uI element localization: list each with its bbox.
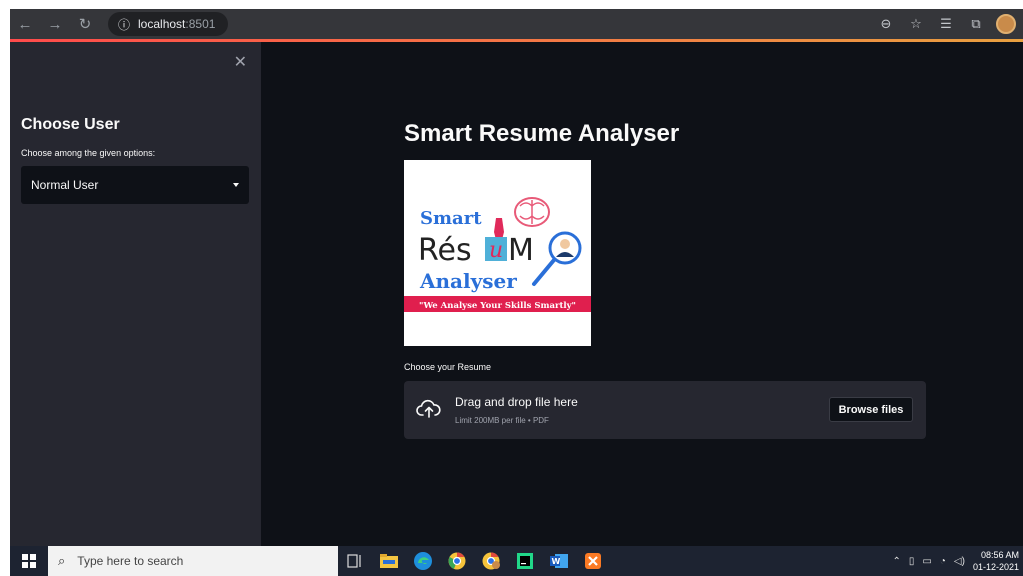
logo-text-smart: Smart: [420, 208, 482, 229]
task-view-icon[interactable]: [338, 546, 372, 576]
volume-icon[interactable]: ◁): [954, 556, 965, 567]
edge-browser-icon[interactable]: [406, 546, 440, 576]
file-dropzone[interactable]: Drag and drop file here Limit 200MB per …: [404, 381, 926, 439]
site-info-icon[interactable]: ⓘ: [118, 16, 130, 33]
url-port: :8501: [185, 17, 216, 31]
file-explorer-icon[interactable]: [372, 546, 406, 576]
chevron-up-icon[interactable]: ⌃: [893, 556, 901, 567]
collections-icon[interactable]: ⧉: [963, 11, 989, 37]
logo-text-u: u: [489, 238, 503, 263]
search-placeholder: Type here to search: [77, 554, 184, 568]
device-icon[interactable]: ▯: [909, 556, 915, 567]
favorites-icon[interactable]: ☰: [933, 11, 959, 37]
cloud-upload-icon: [416, 399, 441, 418]
system-tray: ⌃ ▯ ▭ ◔ ◁) 08:56 AM 01-12-2021: [893, 549, 1023, 573]
url-host: localhost: [138, 17, 186, 31]
uploader-label: Choose your Resume: [404, 362, 492, 372]
screen: ← → ↻ ⓘ localhost:8501 ⊖ ☆ ☰ ⧉ ✕ Choose …: [0, 0, 1023, 576]
select-label: Choose among the given options:: [21, 148, 156, 158]
chrome-icon[interactable]: [440, 546, 474, 576]
logo-graphic: Smart Rés u M Analyser "We Analyse Your …: [404, 197, 591, 312]
logo-text-analyser: Analyser: [419, 269, 517, 293]
clock-date: 01-12-2021: [972, 562, 1019, 572]
logo-tagline: "We Analyse Your Skills Smartly": [419, 301, 576, 311]
zoom-icon[interactable]: ⊖: [873, 11, 899, 37]
xampp-icon[interactable]: [576, 546, 610, 576]
windows-logo-icon: [22, 554, 36, 568]
forward-icon[interactable]: →: [40, 9, 70, 39]
taskbar: ⌕ Type here to search W ⌃ ▯ ▭ ◔ ◁) 08:56…: [10, 546, 1023, 576]
pycharm-icon[interactable]: [508, 546, 542, 576]
page-title: Smart Resume Analyser: [404, 120, 680, 147]
chevron-down-icon: [233, 183, 239, 187]
browse-files-button[interactable]: Browse files: [829, 397, 913, 422]
logo-text-m: M: [508, 233, 534, 268]
main-content: Smart Resume Analyser Smart Rés u M Anal…: [261, 42, 1023, 546]
close-sidebar-icon[interactable]: ✕: [234, 52, 247, 72]
app-logo: Smart Rés u M Analyser "We Analyse Your …: [404, 160, 591, 346]
file-limit-text: Limit 200MB per file • PDF: [455, 416, 549, 425]
add-favorite-icon[interactable]: ☆: [903, 11, 929, 37]
select-value: Normal User: [31, 178, 99, 192]
logo-text-resume: Rés: [418, 233, 472, 268]
battery-icon[interactable]: ▭: [922, 556, 931, 567]
svg-text:W: W: [552, 557, 561, 566]
user-type-select[interactable]: Normal User: [21, 166, 249, 204]
word-icon[interactable]: W: [542, 546, 576, 576]
drop-instructions: Drag and drop file here: [455, 395, 578, 409]
reload-icon[interactable]: ↻: [70, 9, 100, 39]
taskbar-search[interactable]: ⌕ Type here to search: [48, 546, 338, 576]
profile-avatar[interactable]: [993, 11, 1019, 37]
search-icon: ⌕: [58, 553, 66, 568]
clock-time: 08:56 AM: [980, 550, 1019, 560]
start-button[interactable]: [10, 546, 48, 576]
wifi-icon[interactable]: ◔: [940, 556, 946, 567]
sidebar-title: Choose User: [21, 116, 120, 133]
sidebar: ✕ Choose User Choose among the given opt…: [10, 42, 261, 546]
clock[interactable]: 08:56 AM 01-12-2021: [973, 549, 1019, 573]
chrome-profile-icon[interactable]: [474, 546, 508, 576]
address-bar[interactable]: ⓘ localhost:8501: [108, 12, 228, 36]
toolbar-actions: ⊖ ☆ ☰ ⧉: [873, 11, 1023, 37]
browser-toolbar: ← → ↻ ⓘ localhost:8501 ⊖ ☆ ☰ ⧉: [10, 9, 1023, 39]
back-icon[interactable]: ←: [10, 9, 40, 39]
